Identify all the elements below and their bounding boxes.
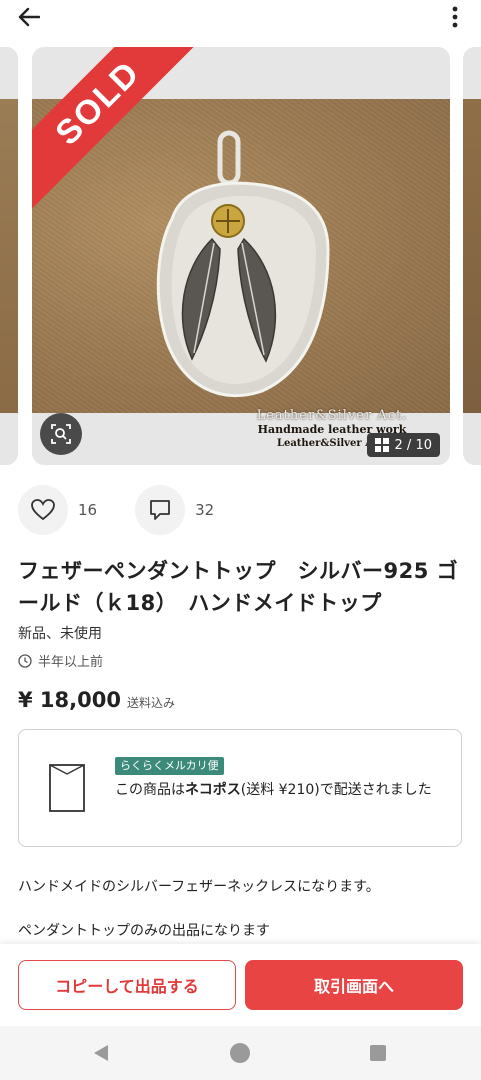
image-counter: 2 / 10 xyxy=(366,433,440,457)
system-recent-apps-icon[interactable] xyxy=(370,1045,386,1061)
next-image[interactable] xyxy=(463,47,481,465)
posted-time-text: 半年以上前 xyxy=(38,655,104,670)
shipping-method-badge: らくらくメルカリ便 xyxy=(115,757,224,775)
more-vert-icon[interactable] xyxy=(445,4,465,30)
price: ¥ 18,000 xyxy=(18,688,121,712)
grid-icon xyxy=(374,438,389,452)
shipping-text-before: この商品は xyxy=(115,782,185,798)
lens-search-icon xyxy=(51,424,71,444)
comment-button[interactable] xyxy=(135,485,186,535)
system-navigation-bar xyxy=(0,1026,481,1080)
shipping-included: 送料込み xyxy=(126,696,175,710)
watermark-line1: Leather&Silver Act. xyxy=(256,408,408,423)
reactions-row: 16 32 xyxy=(18,485,252,535)
description-line2: ペンダントトップのみの出品になります xyxy=(18,923,270,939)
back-arrow-icon[interactable] xyxy=(14,4,44,30)
like-button[interactable] xyxy=(18,485,68,535)
description-line1: ハンドメイドのシルバーフェザーネックレスになります。 xyxy=(18,879,380,895)
copy-listing-button[interactable]: コピーして出品する xyxy=(18,960,236,1010)
shipping-info-box: らくらくメルカリ便 この商品はネコポス(送料 ¥210)で配送されました xyxy=(18,729,462,847)
price-row: ¥ 18,000 送料込み xyxy=(18,688,175,712)
system-home-icon[interactable] xyxy=(230,1043,250,1063)
item-condition: 新品、未使用 xyxy=(18,626,102,642)
shipping-method: ネコポス xyxy=(185,782,241,798)
like-count: 16 xyxy=(78,501,98,519)
envelope-icon xyxy=(49,764,85,812)
image-search-button[interactable] xyxy=(40,413,82,455)
action-bar: コピーして出品する 取引画面へ xyxy=(0,944,481,1026)
system-back-icon[interactable] xyxy=(92,1044,110,1062)
image-carousel[interactable]: Leather&Silver Act. Handmade leather wor… xyxy=(0,47,481,467)
previous-image[interactable] xyxy=(0,47,18,465)
item-title: フェザーペンダントトップ シルバー925 ゴールド（ｋ18） ハンドメイドトップ xyxy=(18,559,459,615)
heart-icon xyxy=(31,499,55,521)
comment-icon xyxy=(150,500,170,520)
shipping-text: この商品はネコポス(送料 ¥210)で配送されました xyxy=(115,779,451,801)
clock-icon xyxy=(18,653,32,668)
top-bar xyxy=(0,0,481,36)
shipping-text-after: (送料 ¥210)で配送されました xyxy=(240,782,432,798)
product-image[interactable]: Leather&Silver Act. Handmade leather wor… xyxy=(32,47,450,465)
go-to-trade-button[interactable]: 取引画面へ xyxy=(245,960,463,1010)
product-photo: Leather&Silver Act. Handmade leather wor… xyxy=(32,99,450,449)
image-counter-text: 2 / 10 xyxy=(394,437,432,453)
posted-time: 半年以上前 xyxy=(18,651,103,670)
comment-count: 32 xyxy=(195,501,215,519)
